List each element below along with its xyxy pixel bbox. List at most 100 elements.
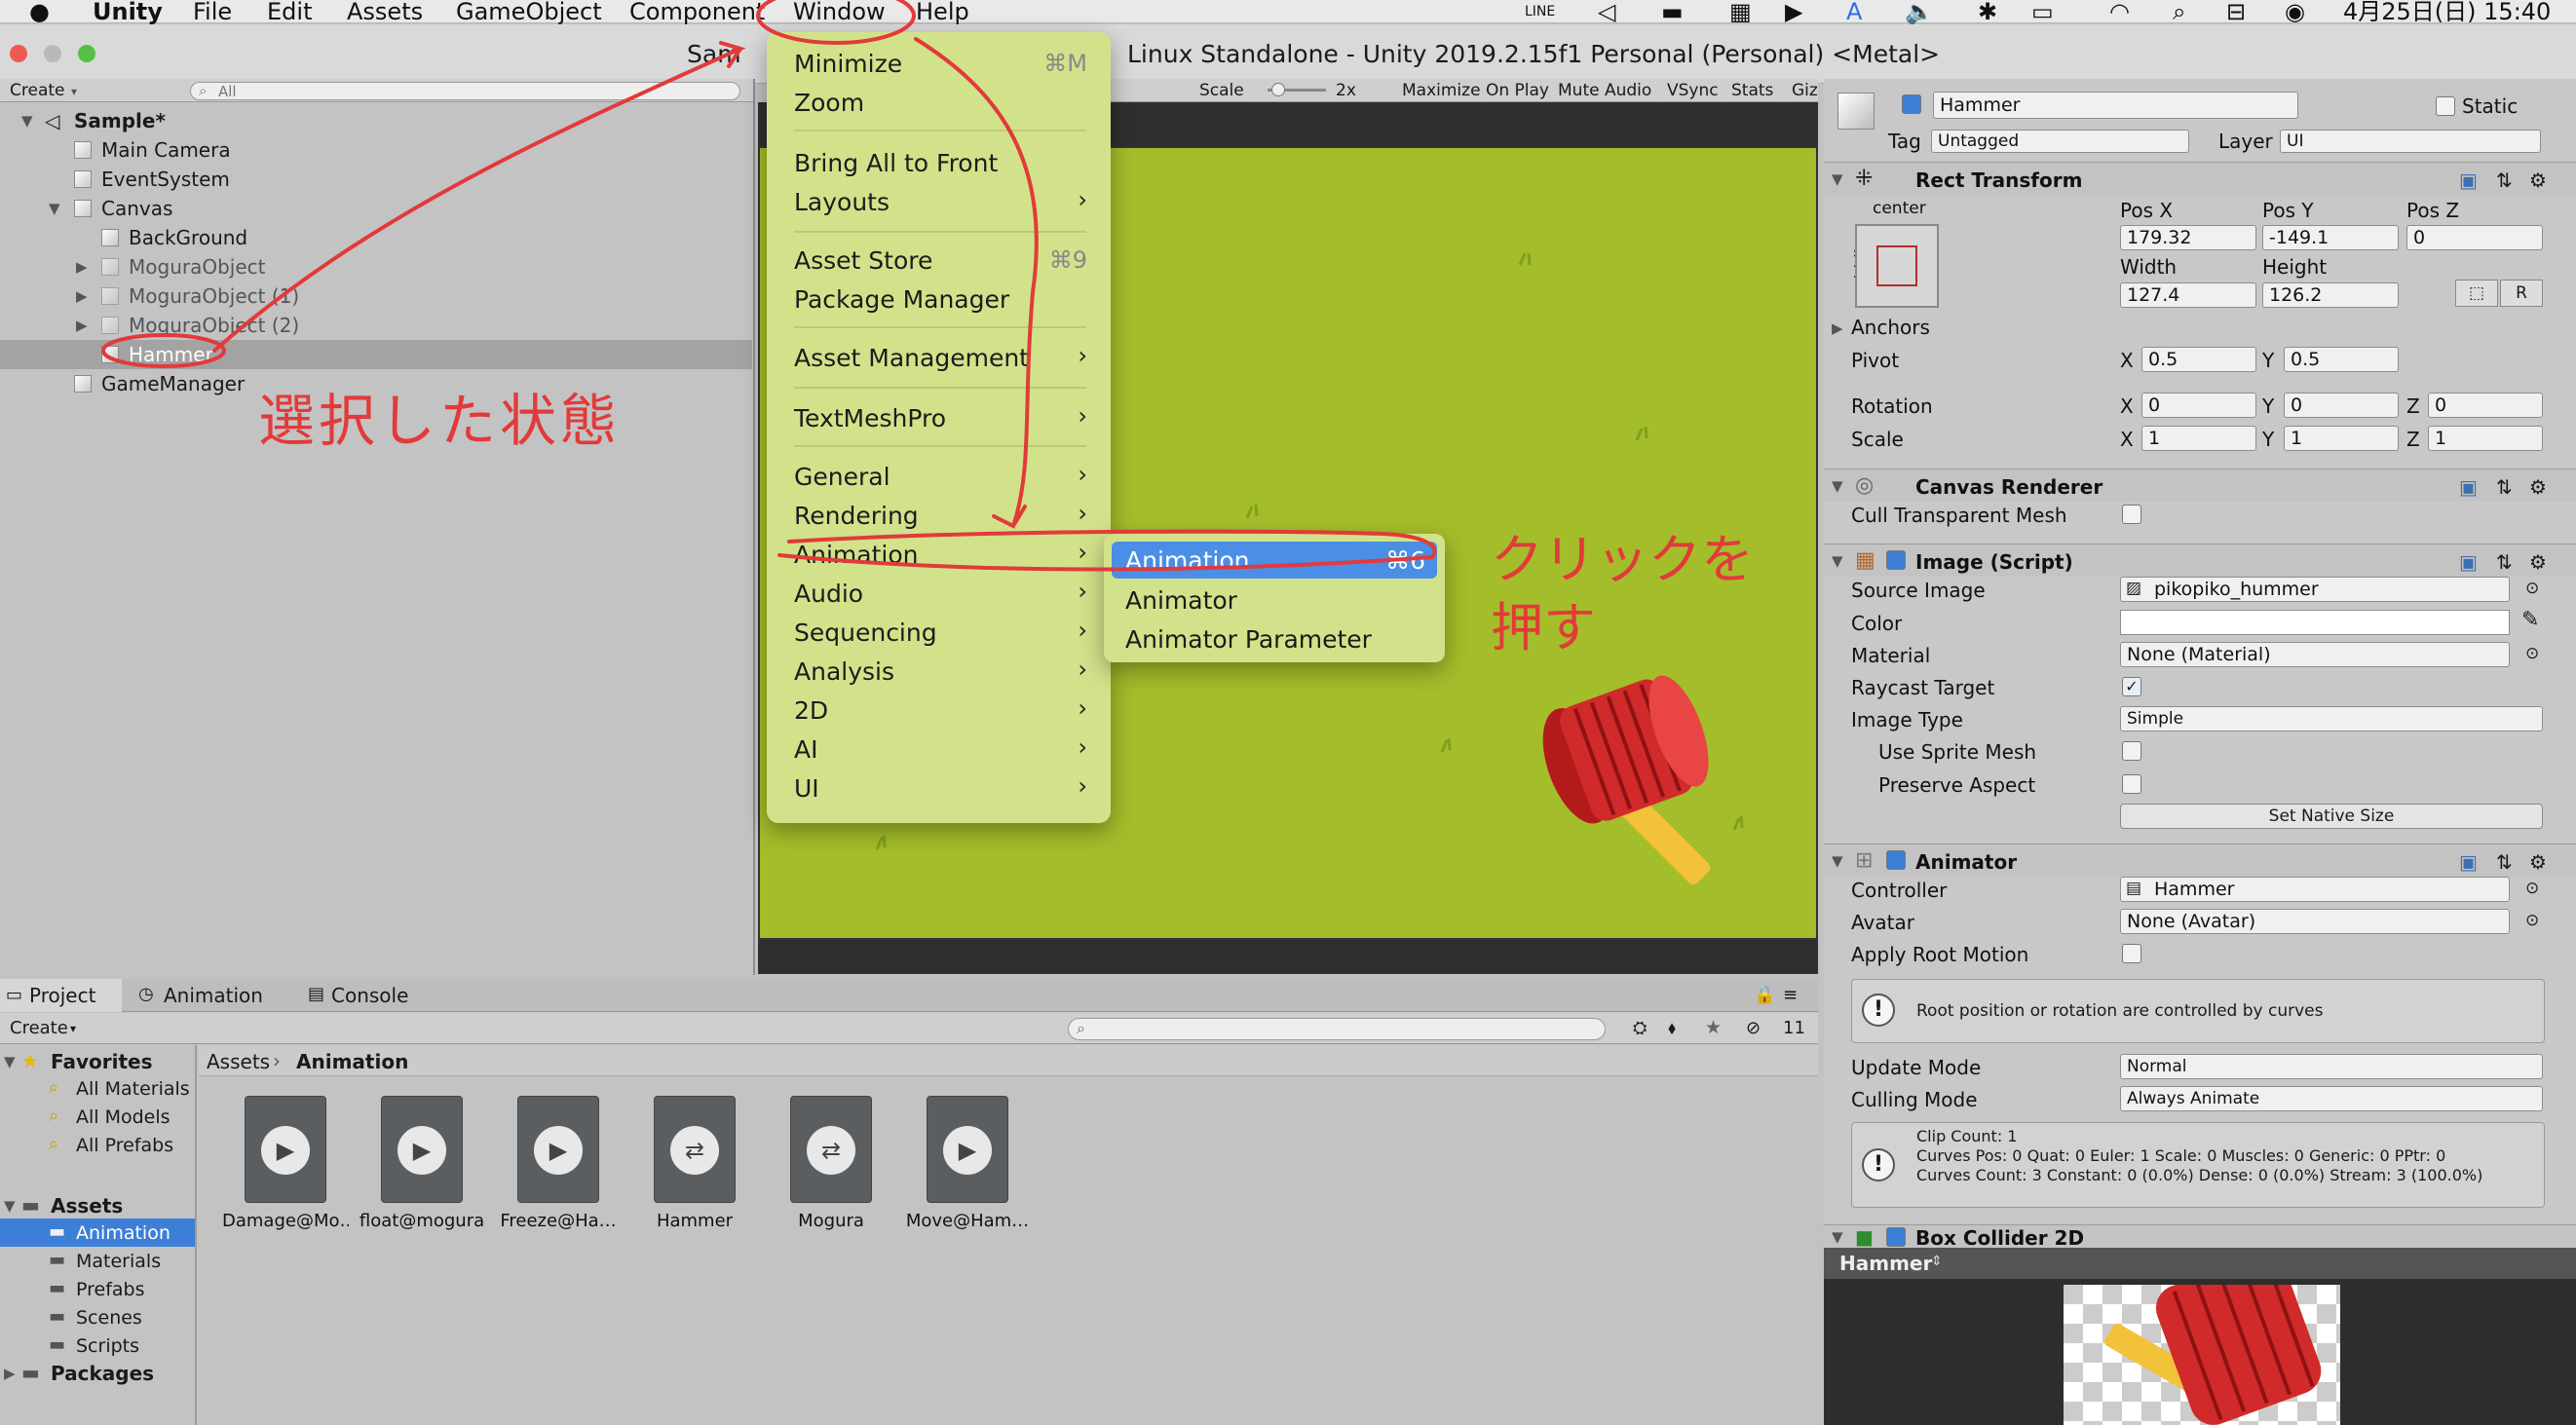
play-status-icon[interactable]: ▶ bbox=[1785, 0, 1802, 23]
bluetooth-icon[interactable]: ✱ bbox=[1978, 0, 1997, 23]
menu-item-asset-store[interactable]: Asset Store bbox=[794, 246, 932, 275]
expand-arrow-icon[interactable]: ▼ bbox=[21, 106, 33, 135]
menu-item-zoom[interactable]: Zoom bbox=[794, 89, 864, 117]
image-script-header[interactable]: ▼ ▦ Image (Script) ▣ ⇅ ⚙ bbox=[1824, 544, 2576, 577]
tab-console[interactable]: ▤ Console bbox=[306, 979, 442, 1012]
raw-edit-button[interactable]: R bbox=[2500, 280, 2543, 307]
color-field[interactable] bbox=[2120, 610, 2510, 635]
expand-arrow-icon[interactable]: ▼ bbox=[1832, 170, 1843, 188]
expand-arrow-icon[interactable]: ▼ bbox=[49, 194, 60, 223]
search-icon[interactable]: ⌕ bbox=[2173, 0, 2185, 23]
object-picker-icon[interactable]: ⊙ bbox=[2525, 644, 2539, 663]
gear-icon[interactable]: ⚙ bbox=[2529, 169, 2547, 192]
menu-item-package-manager[interactable]: Package Manager bbox=[794, 285, 1009, 314]
controller-field[interactable]: Hammer bbox=[2120, 877, 2510, 902]
submenu-item-animation[interactable]: Animation ⌘6 bbox=[1112, 542, 1437, 579]
asset-item[interactable]: ▶ Freeze@Ha… bbox=[495, 1096, 622, 1231]
menu-help[interactable]: Help bbox=[916, 0, 969, 23]
packages-label[interactable]: Packages bbox=[51, 1362, 154, 1385]
vsync-button[interactable]: VSync bbox=[1667, 81, 1719, 100]
breadcrumb-animation[interactable]: Animation bbox=[296, 1050, 408, 1073]
help-icon[interactable]: ▣ bbox=[2459, 169, 2478, 192]
dropdown-arrow-icon[interactable]: ▾ bbox=[71, 85, 77, 98]
menu-icon[interactable]: ≡ bbox=[1783, 985, 1798, 1005]
stats-button[interactable]: Stats bbox=[1731, 81, 1773, 100]
animator-enabled-checkbox[interactable] bbox=[1886, 850, 1906, 870]
cull-transparent-checkbox[interactable] bbox=[2122, 505, 2141, 524]
gear-icon[interactable]: ⚙ bbox=[2529, 475, 2547, 499]
anchor-presets-button[interactable] bbox=[1855, 224, 1939, 308]
height-input[interactable]: 126.2 bbox=[2262, 282, 2399, 308]
expand-arrow-icon[interactable]: ▶ bbox=[1832, 319, 1843, 337]
update-mode-dropdown[interactable]: Normal bbox=[2120, 1054, 2543, 1079]
hierarchy-item-moguraobject[interactable]: ▶ MoguraObject bbox=[0, 252, 752, 281]
scene-row[interactable]: ▼ ◁ Sample* bbox=[0, 106, 752, 135]
preset-icon[interactable]: ⇅ bbox=[2496, 475, 2513, 499]
rotation-y-input[interactable]: 0 bbox=[2284, 393, 2399, 418]
menu-item-rendering[interactable]: Rendering bbox=[794, 502, 919, 530]
expand-arrow-icon[interactable]: ▼ bbox=[4, 1197, 16, 1215]
menu-window[interactable]: Window bbox=[793, 0, 886, 23]
sidebar-item-scenes[interactable]: ▬ Scenes bbox=[0, 1303, 195, 1331]
expand-arrow-icon[interactable]: ▼ bbox=[1832, 1228, 1843, 1246]
hierarchy-item-canvas[interactable]: ▼ Canvas bbox=[0, 194, 752, 223]
set-native-size-button[interactable]: Set Native Size bbox=[2120, 804, 2543, 829]
siri-icon[interactable]: ◉ bbox=[2285, 0, 2305, 23]
help-icon[interactable]: ▣ bbox=[2459, 550, 2478, 574]
help-icon[interactable]: ▣ bbox=[2459, 850, 2478, 874]
avatar-field[interactable]: None (Avatar) bbox=[2120, 909, 2510, 934]
posy-input[interactable]: -149.1 bbox=[2262, 225, 2399, 250]
hierarchy-search-input[interactable]: ⌕ All bbox=[190, 82, 740, 100]
sidebar-item-all-prefabs[interactable]: ⌕ All Prefabs bbox=[0, 1131, 195, 1159]
menu-item-2d[interactable]: 2D bbox=[794, 696, 828, 725]
preserve-aspect-checkbox[interactable] bbox=[2122, 774, 2141, 794]
menu-item-analysis[interactable]: Analysis bbox=[794, 657, 894, 686]
submenu-item-animator-parameter[interactable]: Animator Parameter bbox=[1125, 625, 1372, 654]
wifi-icon[interactable]: ◠ bbox=[2109, 0, 2130, 23]
maximize-on-play-button[interactable]: Maximize On Play bbox=[1402, 81, 1549, 100]
battery-strip-icon[interactable]: ▬ bbox=[1661, 0, 1684, 23]
asset-item[interactable]: ⇄ Hammer bbox=[631, 1096, 758, 1231]
static-checkbox[interactable] bbox=[2436, 96, 2455, 116]
sidebar-item-materials[interactable]: ▬ Materials bbox=[0, 1247, 195, 1275]
battery-icon[interactable]: ▭ bbox=[2031, 0, 2054, 23]
sidebar-item-prefabs[interactable]: ▬ Prefabs bbox=[0, 1275, 195, 1303]
menu-gameobject[interactable]: GameObject bbox=[456, 0, 602, 23]
apply-root-motion-checkbox[interactable] bbox=[2122, 944, 2141, 963]
preview-title[interactable]: Hammer bbox=[1839, 1252, 1932, 1275]
asset-item[interactable]: ▶ Damage@Mo… bbox=[222, 1096, 349, 1231]
menu-item-layouts[interactable]: Layouts bbox=[794, 188, 890, 216]
object-picker-icon[interactable]: ⊙ bbox=[2525, 579, 2539, 598]
menu-item-asset-management[interactable]: Asset Management bbox=[794, 344, 1029, 372]
source-image-field[interactable]: pikopiko_hummer bbox=[2120, 577, 2510, 602]
hierarchy-item-main-camera[interactable]: Main Camera bbox=[0, 135, 752, 165]
dropdown-arrow-icon[interactable]: ⇕ bbox=[1931, 1254, 1943, 1269]
gear-icon[interactable]: ⚙ bbox=[2529, 850, 2547, 874]
rotation-x-input[interactable]: 0 bbox=[2141, 393, 2256, 418]
tab-animation[interactable]: ◷ Animation bbox=[136, 979, 292, 1012]
preset-icon[interactable]: ⇅ bbox=[2496, 850, 2513, 874]
canvas-renderer-header[interactable]: ▼ ◎ Canvas Renderer ▣ ⇅ ⚙ bbox=[1824, 469, 2576, 502]
width-input[interactable]: 127.4 bbox=[2120, 282, 2256, 308]
image-enabled-checkbox[interactable] bbox=[1886, 550, 1906, 570]
object-picker-icon[interactable]: ⊙ bbox=[2525, 911, 2539, 930]
favorite-star-icon[interactable]: ★ bbox=[1705, 1017, 1722, 1038]
rect-transform-header[interactable]: ▼ ⁜ Rect Transform ▣ ⇅ ⚙ bbox=[1824, 162, 2576, 195]
input-source-icon[interactable]: A bbox=[1846, 0, 1862, 23]
asset-item[interactable]: ▶ Move@Ham… bbox=[904, 1096, 1031, 1231]
menu-item-audio[interactable]: Audio bbox=[794, 580, 863, 608]
menu-item-minimize[interactable]: Minimize bbox=[794, 50, 902, 78]
expand-arrow-icon[interactable]: ▼ bbox=[4, 1053, 16, 1070]
hierarchy-item-moguraobject-1[interactable]: ▶ MoguraObject (1) bbox=[0, 281, 752, 311]
posz-input[interactable]: 0 bbox=[2406, 225, 2543, 250]
menu-file[interactable]: File bbox=[193, 0, 232, 23]
culling-mode-dropdown[interactable]: Always Animate bbox=[2120, 1086, 2543, 1111]
gameobject-name-input[interactable]: Hammer bbox=[1933, 92, 2298, 119]
pivot-x-input[interactable]: 0.5 bbox=[2141, 347, 2256, 372]
gizmos-button[interactable]: Giz bbox=[1792, 81, 1818, 100]
help-icon[interactable]: ▣ bbox=[2459, 475, 2478, 499]
tab-project[interactable]: ▭ Project bbox=[0, 979, 122, 1012]
calendar-icon[interactable]: ▦ bbox=[1729, 0, 1752, 23]
expand-arrow-icon[interactable]: ▶ bbox=[4, 1365, 16, 1382]
control-center-icon[interactable]: ⊟ bbox=[2226, 0, 2246, 23]
